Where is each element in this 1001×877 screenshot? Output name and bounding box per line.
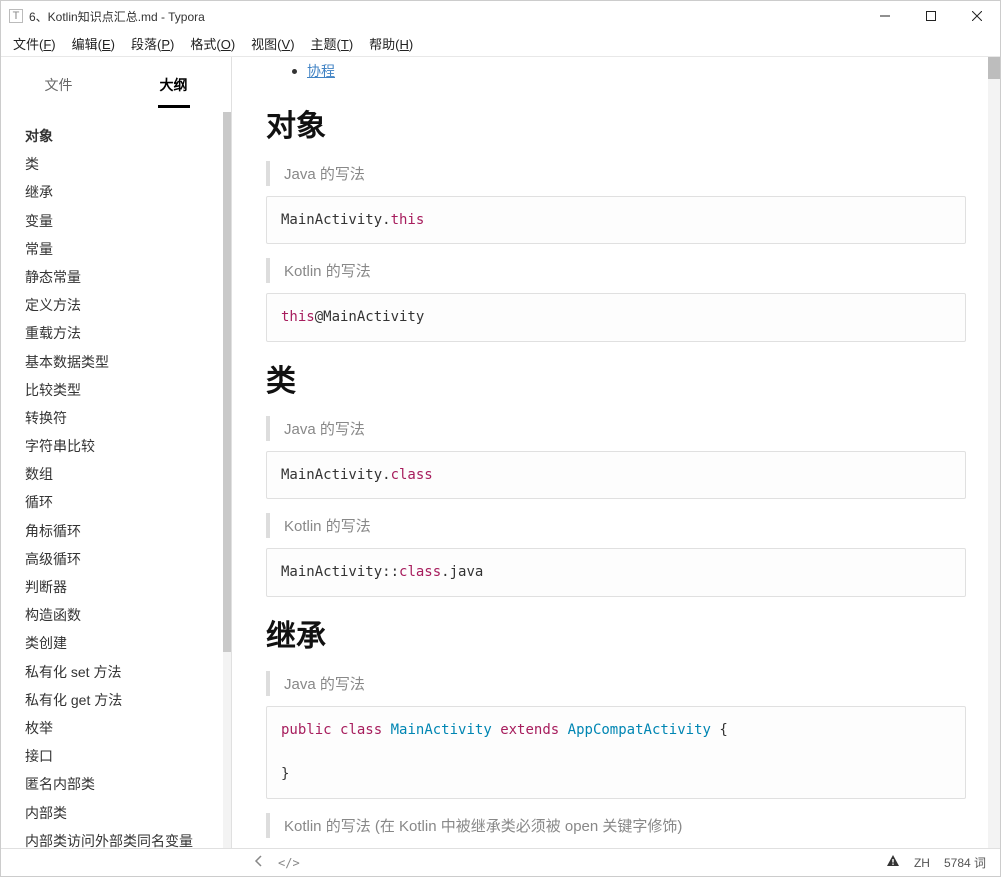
sidebar-scroll-thumb[interactable]	[223, 112, 231, 652]
menu-v[interactable]: 视图(V)	[251, 34, 294, 53]
outline-item[interactable]: 内部类访问外部类同名变量	[25, 827, 227, 848]
toc-link[interactable]: 协程	[307, 61, 335, 81]
maximize-button[interactable]	[908, 1, 954, 31]
app-icon: T	[9, 9, 23, 23]
menu-f[interactable]: 文件(F)	[13, 34, 56, 53]
heading[interactable]: 对象	[266, 101, 966, 145]
outline-item[interactable]: 转换符	[25, 404, 227, 432]
outline-item[interactable]: 循环	[25, 488, 227, 516]
title-bar: T 6、Kotlin知识点汇总.md - Typora	[1, 1, 1000, 31]
outline-item[interactable]: 比较类型	[25, 376, 227, 404]
menu-h[interactable]: 帮助(H)	[369, 34, 413, 53]
code-block[interactable]: this@MainActivity	[266, 293, 966, 341]
heading[interactable]: 类	[266, 356, 966, 400]
code-block[interactable]: MainActivity.class	[266, 451, 966, 499]
outline-item[interactable]: 类	[25, 150, 227, 178]
editor-scroll-thumb[interactable]	[988, 57, 1000, 79]
code-icon[interactable]: </>	[278, 856, 300, 870]
outline-item[interactable]: 变量	[25, 207, 227, 235]
editor-scrollbar[interactable]	[988, 57, 1000, 848]
outline-item[interactable]: 对象	[25, 122, 227, 150]
heading[interactable]: 继承	[266, 611, 966, 655]
editor[interactable]: 协程对象 Java 的写法 MainActivity.this Kotlin 的写法 t…	[232, 57, 1000, 848]
outline-item[interactable]: 重载方法	[25, 319, 227, 347]
outline-item[interactable]: 接口	[25, 742, 227, 770]
blockquote-label[interactable]: Java 的写法	[266, 161, 966, 186]
blockquote-label[interactable]: Kotlin 的写法	[266, 258, 966, 283]
outline-item[interactable]: 基本数据类型	[25, 348, 227, 376]
warning-icon[interactable]	[886, 854, 900, 871]
menu-o[interactable]: 格式(O)	[190, 34, 235, 53]
menu-bar: 文件(F) 编辑(E) 段落(P) 格式(O) 视图(V) 主题(T) 帮助(H)	[1, 31, 1000, 57]
status-language[interactable]: ZH	[914, 856, 930, 870]
outline-item[interactable]: 私有化 get 方法	[25, 686, 227, 714]
sidebar-tabs: 文件 大纲	[1, 57, 231, 108]
outline-item[interactable]: 定义方法	[25, 291, 227, 319]
menu-t[interactable]: 主题(T)	[311, 34, 354, 53]
outline-item[interactable]: 判断器	[25, 573, 227, 601]
tab-files[interactable]: 文件	[43, 69, 75, 108]
sidebar: 文件 大纲 对象类继承变量常量静态常量定义方法重载方法基本数据类型比较类型转换符…	[1, 57, 232, 848]
blockquote-label[interactable]: Kotlin 的写法	[266, 513, 966, 538]
outline-item[interactable]: 常量	[25, 235, 227, 263]
menu-p[interactable]: 段落(P)	[131, 34, 174, 53]
window-controls	[862, 1, 1000, 31]
outline-item[interactable]: 枚举	[25, 714, 227, 742]
list-item: 协程	[266, 57, 966, 89]
bullet-icon	[292, 69, 297, 74]
outline-item[interactable]: 高级循环	[25, 545, 227, 573]
outline-item[interactable]: 静态常量	[25, 263, 227, 291]
main-area: 文件 大纲 对象类继承变量常量静态常量定义方法重载方法基本数据类型比较类型转换符…	[1, 57, 1000, 848]
close-button[interactable]	[954, 1, 1000, 31]
code-block[interactable]: public class MainActivity extends AppCom…	[266, 706, 966, 799]
minimize-button[interactable]	[862, 1, 908, 31]
blockquote-label[interactable]: Java 的写法	[266, 416, 966, 441]
outline-item[interactable]: 构造函数	[25, 601, 227, 629]
back-icon[interactable]	[254, 855, 264, 870]
outline-item[interactable]: 字符串比较	[25, 432, 227, 460]
outline-item[interactable]: 私有化 set 方法	[25, 658, 227, 686]
outline-item[interactable]: 内部类	[25, 799, 227, 827]
outline-item[interactable]: 数组	[25, 460, 227, 488]
outline-item[interactable]: 匿名内部类	[25, 770, 227, 798]
outline-item[interactable]: 类创建	[25, 629, 227, 657]
outline-list[interactable]: 对象类继承变量常量静态常量定义方法重载方法基本数据类型比较类型转换符字符串比较数…	[1, 108, 231, 848]
tab-outline[interactable]: 大纲	[158, 69, 190, 108]
code-block[interactable]: MainActivity.this	[266, 196, 966, 244]
menu-e[interactable]: 编辑(E)	[72, 34, 115, 53]
status-wordcount[interactable]: 5784 词	[944, 854, 986, 871]
status-bar: </> ZH 5784 词	[1, 848, 1000, 876]
code-block[interactable]: MainActivity::class.java	[266, 548, 966, 596]
blockquote-label[interactable]: Java 的写法	[266, 671, 966, 696]
window-title: 6、Kotlin知识点汇总.md - Typora	[29, 8, 862, 25]
blockquote-label[interactable]: Kotlin 的写法 (在 Kotlin 中被继承类必须被 open 关键字修饰…	[266, 813, 966, 838]
outline-item[interactable]: 继承	[25, 178, 227, 206]
outline-item[interactable]: 角标循环	[25, 517, 227, 545]
sidebar-scrollbar[interactable]	[223, 112, 231, 848]
